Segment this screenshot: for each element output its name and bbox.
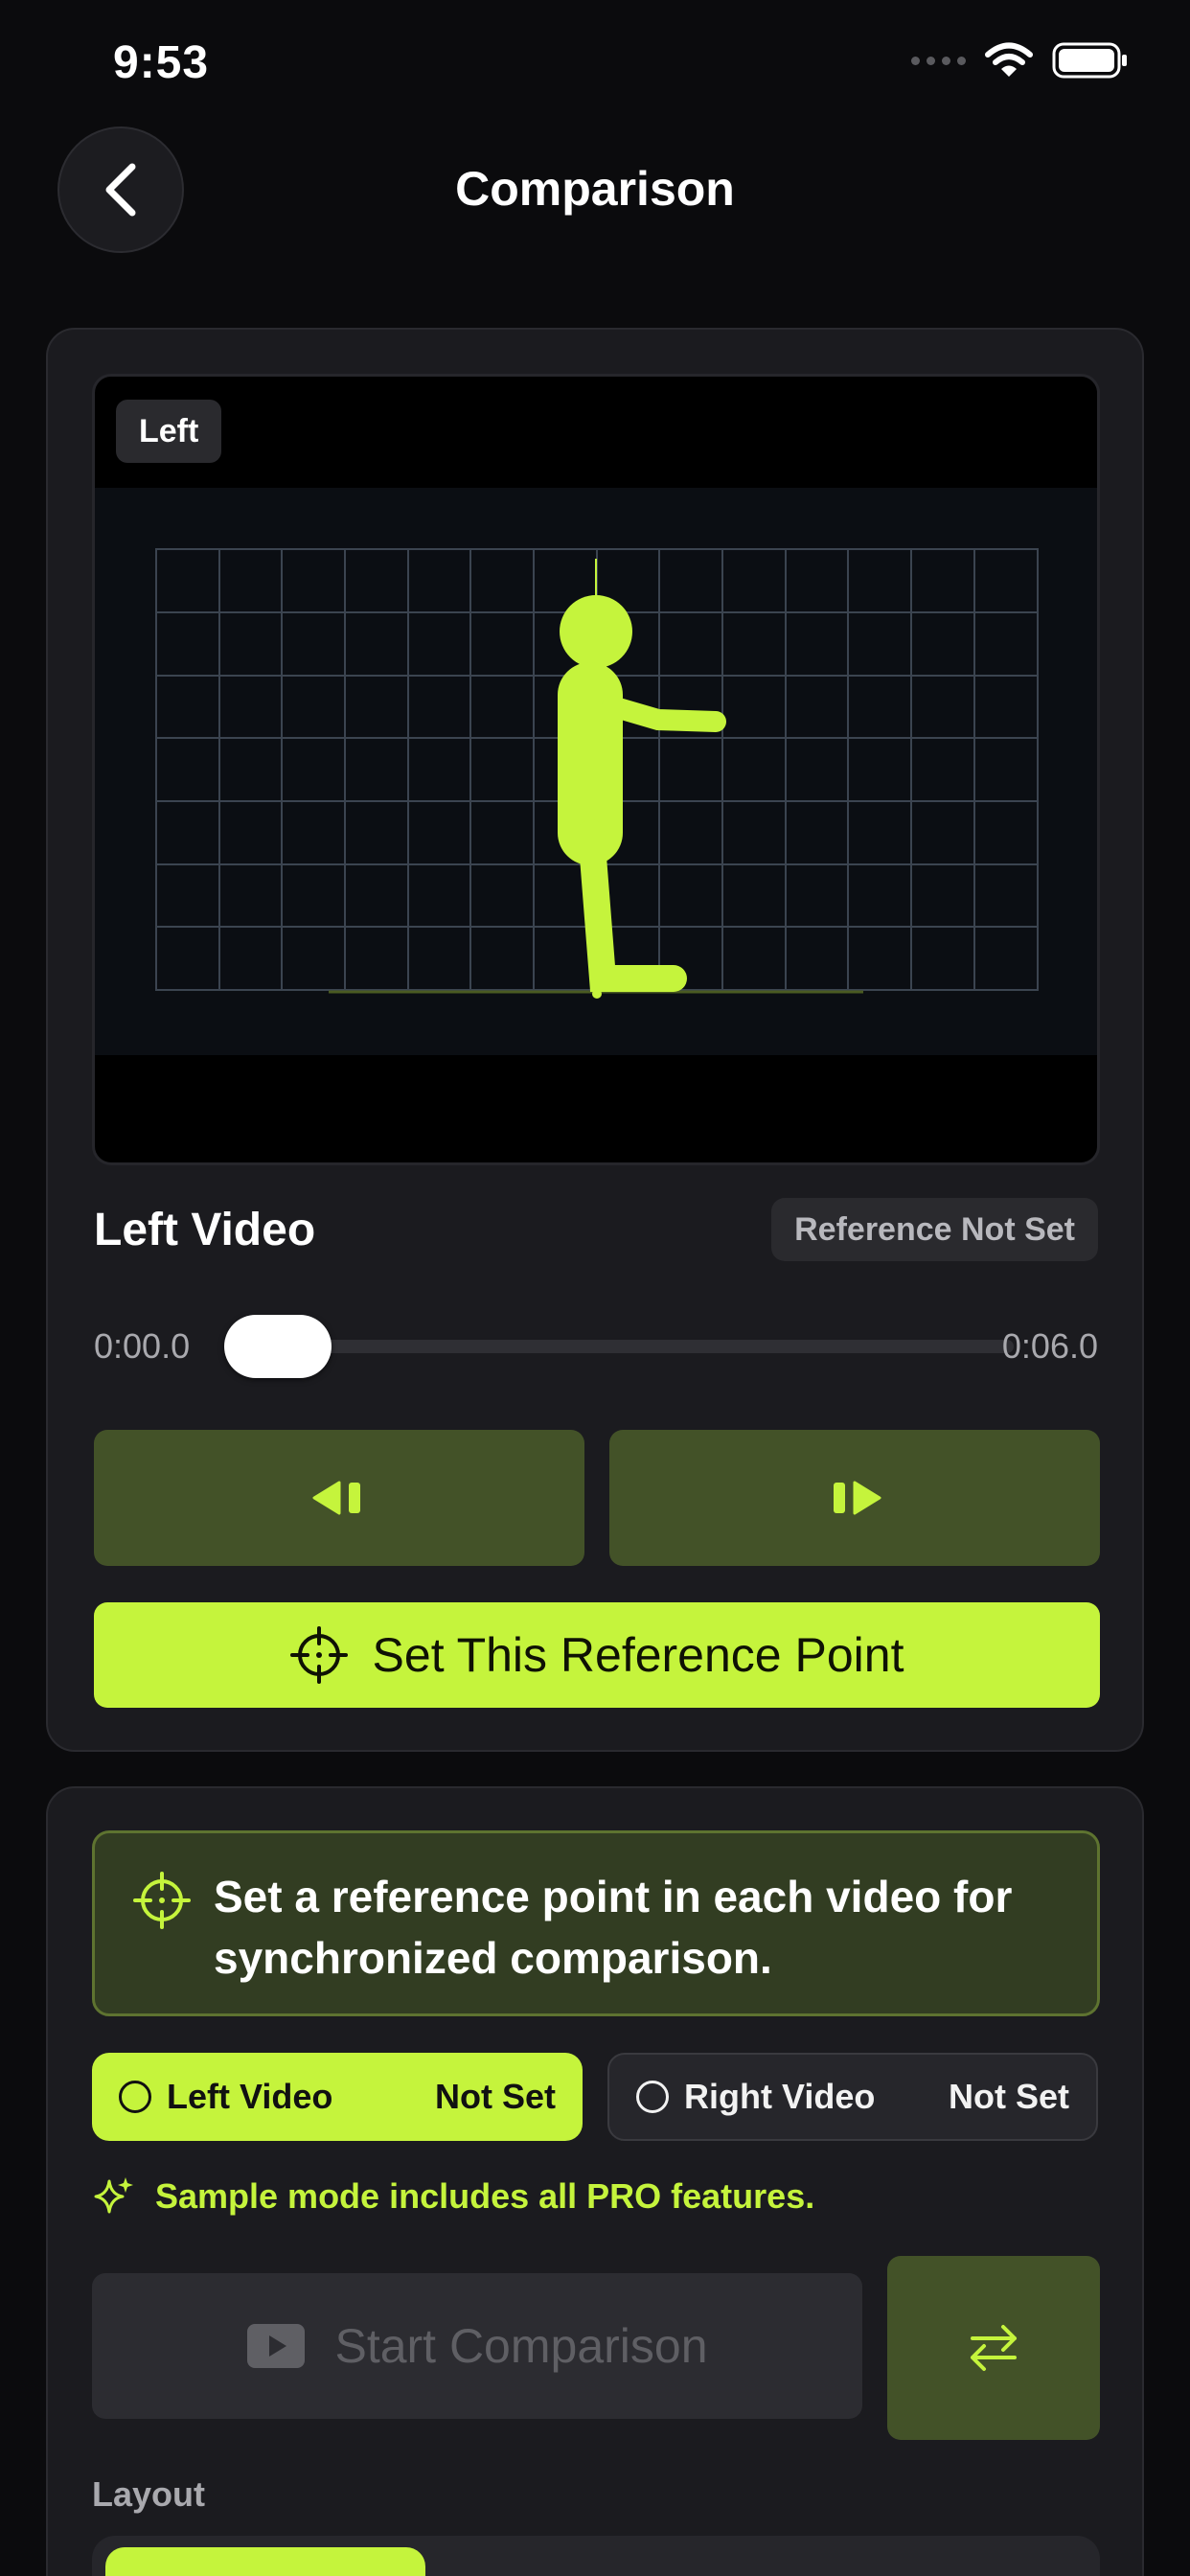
status-icons	[911, 42, 1129, 79]
status-time: 9:53	[113, 37, 210, 88]
right-video-status: Not Set	[949, 2077, 1069, 2116]
stick-figure-animation	[155, 548, 1039, 999]
layout-option-selected[interactable]	[105, 2547, 425, 2576]
page-title: Comparison	[455, 162, 735, 216]
sync-info-text: Set a reference point in each video for …	[214, 1872, 1013, 1983]
reference-status-badge: Reference Not Set	[771, 1198, 1098, 1261]
start-comparison-label: Start Comparison	[334, 2319, 708, 2373]
swap-icon	[971, 2325, 1017, 2371]
video-player[interactable]: Left	[92, 374, 1100, 1165]
left-video-card: Left Left Video Reference Not Set 0:00.0…	[46, 328, 1144, 1752]
video-title: Left Video	[94, 1205, 316, 1255]
wifi-icon	[985, 42, 1033, 77]
crosshair-icon	[289, 1626, 348, 1684]
pro-note: Sample mode includes all PRO features.	[92, 2175, 814, 2218]
play-icon	[247, 2324, 306, 2368]
step-forward-icon	[834, 1481, 881, 1515]
battery-icon	[1052, 42, 1127, 79]
scrubber-thumb[interactable]	[224, 1315, 332, 1378]
scrubber-track[interactable]	[278, 1340, 1014, 1353]
signal-icon	[911, 56, 966, 65]
start-comparison-button[interactable]: Start Comparison	[92, 2273, 862, 2419]
duration-time: 0:06.0	[1001, 1326, 1098, 1366]
video-side-badge: Left	[116, 400, 222, 463]
crosshair-icon	[133, 1872, 191, 1929]
left-video-status: Not Set	[435, 2077, 556, 2116]
left-video-selector[interactable]: Left Video Not Set	[92, 2053, 583, 2141]
right-video-label: Right Video	[684, 2077, 876, 2116]
radio-icon	[119, 2081, 151, 2113]
current-time: 0:00.0	[94, 1326, 191, 1366]
set-reference-button[interactable]: Set This Reference Point	[94, 1602, 1100, 1708]
video-frame-content	[95, 488, 1097, 1055]
sync-card: Set a reference point in each video for …	[46, 1786, 1144, 2576]
right-video-selector[interactable]: Right Video Not Set	[607, 2053, 1098, 2141]
radio-icon	[636, 2081, 669, 2113]
left-video-label: Left Video	[167, 2077, 333, 2116]
sparkle-icon	[94, 2177, 133, 2214]
pro-note-text: Sample mode includes all PRO features.	[155, 2176, 815, 2216]
set-reference-label: Set This Reference Point	[372, 1628, 904, 1682]
status-bar: 9:53	[0, 0, 1190, 125]
step-forward-button[interactable]	[609, 1430, 1100, 1566]
sync-info-box: Set a reference point in each video for …	[92, 1830, 1100, 2016]
layout-label: Layout	[92, 2474, 206, 2514]
swap-videos-button[interactable]	[887, 2256, 1100, 2440]
step-back-icon	[312, 1481, 360, 1515]
step-back-button[interactable]	[94, 1430, 584, 1566]
